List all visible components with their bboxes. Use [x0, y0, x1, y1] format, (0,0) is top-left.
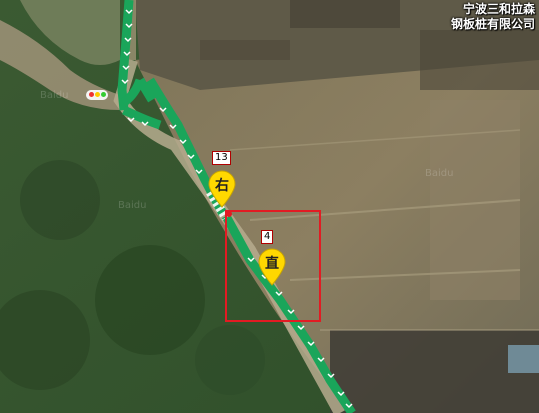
route-line [117, 0, 356, 413]
poi-label-line: 钢板桩有限公司 [450, 17, 535, 31]
step-number-badge: 4 [261, 230, 274, 244]
poi-label-line: 宁波三和拉森 [462, 2, 535, 16]
turn-direction-label: 右 [215, 178, 229, 194]
turn-right-pin[interactable]: 右 [207, 170, 237, 208]
turn-direction-label: 直 [265, 256, 279, 272]
navigation-route [117, 0, 356, 413]
step-number-badge: 13 [212, 151, 231, 165]
route-direction-arrows [121, 9, 353, 409]
satellite-map[interactable]: Baidu Baidu Baidu 13 右 4 直 宁波三和拉森 钢板桩有限公… [0, 0, 539, 413]
poi-label[interactable]: 宁波三和拉森 钢板桩有限公司 [451, 2, 535, 32]
go-straight-pin[interactable]: 直 [257, 248, 287, 286]
